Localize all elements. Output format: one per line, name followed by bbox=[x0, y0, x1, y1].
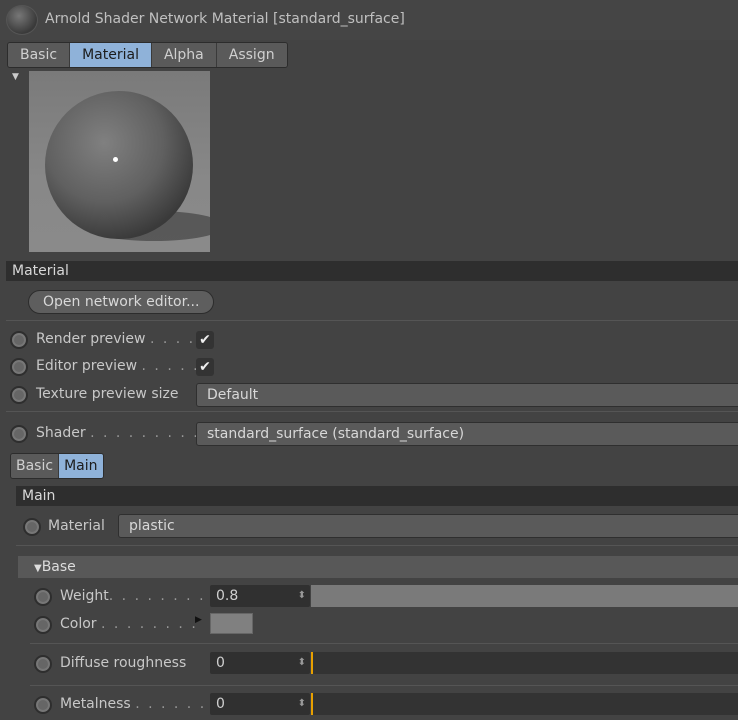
weight-label: Weight. . . . . . . . . . bbox=[60, 588, 231, 604]
divider bbox=[30, 685, 738, 686]
metalness-radio[interactable] bbox=[34, 696, 52, 714]
tab-alpha[interactable]: Alpha bbox=[151, 43, 217, 67]
divider bbox=[6, 320, 738, 321]
diffuse-roughness-input[interactable]: 0 ⬍ bbox=[210, 652, 310, 674]
shader-text: Shader bbox=[36, 425, 86, 441]
shader-radio[interactable] bbox=[10, 425, 28, 443]
diffuse-roughness-radio[interactable] bbox=[34, 655, 52, 673]
tab-material[interactable]: Material bbox=[70, 43, 152, 67]
shader-dropdown[interactable]: standard_surface (standard_surface) bbox=[196, 422, 738, 446]
material-icon bbox=[6, 5, 38, 35]
render-preview-label: Render preview . . . . bbox=[36, 331, 195, 347]
texture-preview-size-dropdown[interactable]: Default bbox=[196, 383, 738, 407]
subtab-bar: Basic Main bbox=[10, 453, 104, 479]
render-preview-checkbox[interactable]: ✔ bbox=[196, 331, 214, 349]
base-label: Base bbox=[41, 559, 76, 575]
title-bar: Arnold Shader Network Material [standard… bbox=[0, 0, 738, 40]
divider bbox=[30, 643, 738, 644]
spinner-icon[interactable]: ⬍ bbox=[298, 652, 306, 674]
spinner-icon[interactable]: ⬍ bbox=[298, 693, 306, 715]
color-text: Color bbox=[60, 616, 97, 632]
metalness-text: Metalness bbox=[60, 696, 131, 712]
weight-text: Weight bbox=[60, 588, 109, 604]
subtab-main[interactable]: Main bbox=[59, 454, 103, 478]
divider bbox=[16, 545, 738, 546]
editor-preview-checkbox[interactable]: ✔ bbox=[196, 358, 214, 376]
diffuse-roughness-label: Diffuse roughness bbox=[60, 655, 187, 671]
texture-preview-size-label: Texture preview size bbox=[36, 386, 179, 402]
material-label: Material bbox=[48, 518, 105, 534]
material-preview[interactable] bbox=[29, 71, 210, 252]
weight-input[interactable]: 0.8 ⬍ bbox=[210, 585, 310, 607]
diffuse-roughness-value: 0 bbox=[216, 655, 225, 671]
material-preset-dropdown[interactable]: plastic bbox=[118, 514, 738, 538]
weight-radio[interactable] bbox=[34, 588, 52, 606]
base-group-header[interactable]: ▼Base bbox=[18, 556, 738, 578]
main-header: Main bbox=[16, 486, 738, 506]
open-network-editor-button[interactable]: Open network editor... bbox=[28, 290, 215, 314]
expand-arrow-icon: ▼ bbox=[34, 563, 42, 574]
texture-preview-size-radio[interactable] bbox=[10, 386, 28, 404]
editor-preview-radio[interactable] bbox=[10, 358, 28, 376]
collapse-arrow-icon[interactable]: ▼ bbox=[12, 72, 19, 82]
dots: . . . . . . . . bbox=[101, 616, 198, 632]
preview-sphere bbox=[45, 91, 193, 239]
metalness-slider[interactable] bbox=[311, 693, 738, 715]
color-radio[interactable] bbox=[34, 616, 52, 634]
material-radio[interactable] bbox=[23, 518, 41, 536]
material-header: Material bbox=[6, 261, 738, 281]
tab-bar: Basic Material Alpha Assign bbox=[7, 42, 288, 68]
tab-assign[interactable]: Assign bbox=[216, 43, 287, 67]
tab-basic[interactable]: Basic bbox=[8, 43, 71, 67]
editor-preview-label: Editor preview . . . . . bbox=[36, 358, 200, 374]
editor-preview-text: Editor preview bbox=[36, 358, 138, 374]
render-preview-radio[interactable] bbox=[10, 331, 28, 349]
dots: . . . . . bbox=[141, 358, 200, 374]
render-preview-text: Render preview bbox=[36, 331, 146, 347]
preview-highlight bbox=[113, 157, 118, 162]
diffuse-roughness-slider[interactable] bbox=[311, 652, 738, 674]
window-title: Arnold Shader Network Material [standard… bbox=[45, 11, 405, 27]
dots: . . . . . . . bbox=[135, 696, 220, 712]
color-label: Color . . . . . . . . bbox=[60, 616, 198, 632]
subtab-basic[interactable]: Basic bbox=[11, 454, 60, 478]
dots: . . . . bbox=[149, 331, 196, 347]
color-swatch[interactable] bbox=[210, 613, 253, 634]
metalness-label: Metalness . . . . . . . bbox=[60, 696, 219, 712]
divider bbox=[6, 411, 738, 412]
expand-arrow-icon[interactable]: ▶ bbox=[195, 615, 202, 625]
weight-slider[interactable] bbox=[311, 585, 738, 607]
metalness-input[interactable]: 0 ⬍ bbox=[210, 693, 310, 715]
spinner-icon[interactable]: ⬍ bbox=[298, 585, 306, 607]
metalness-value: 0 bbox=[216, 696, 225, 712]
weight-value: 0.8 bbox=[216, 588, 239, 604]
